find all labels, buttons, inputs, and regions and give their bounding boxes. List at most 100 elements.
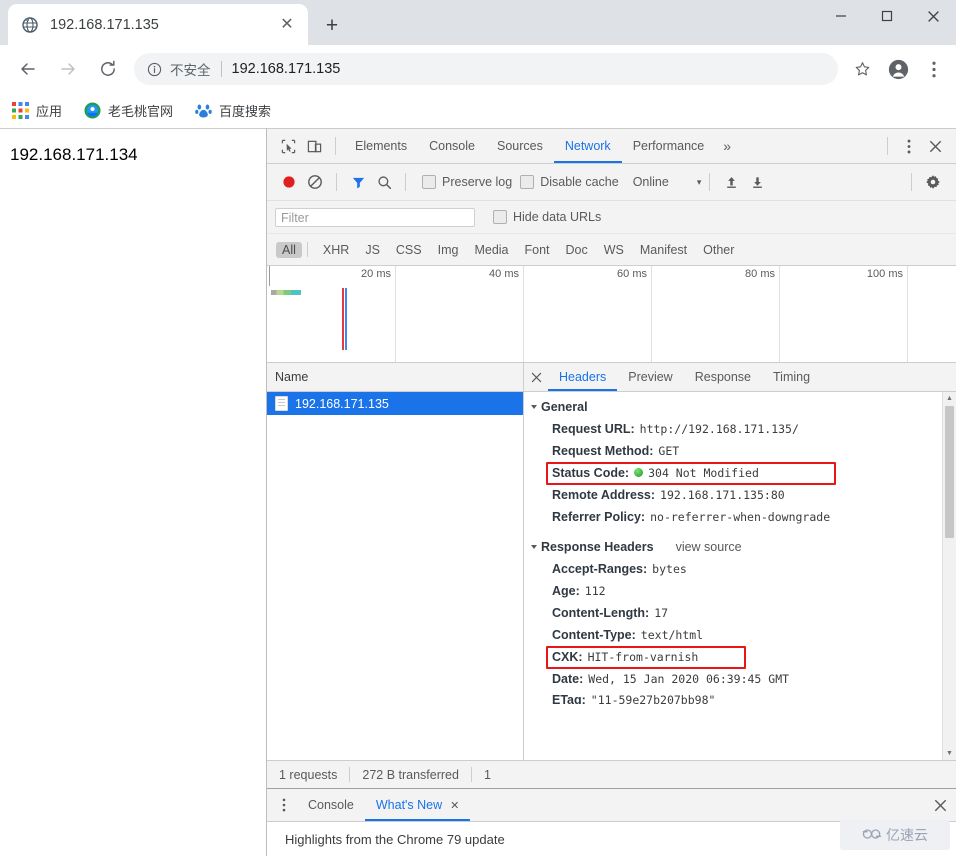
tab-close-icon[interactable]: ✕ <box>274 12 300 38</box>
chip-img[interactable]: Img <box>432 242 465 258</box>
header-row-content-type: Content-Type: text/html <box>524 624 956 646</box>
whats-new-headline: Highlights from the Chrome 79 update <box>285 831 505 847</box>
url-text[interactable]: 192.168.171.135 <box>232 61 341 77</box>
maximize-button[interactable] <box>864 0 910 32</box>
drawer-tab-whats-new[interactable]: What's New ✕ <box>365 790 471 821</box>
drawer-kebab-icon[interactable] <box>271 798 297 812</box>
new-tab-button[interactable]: + <box>318 11 346 39</box>
export-har-button[interactable] <box>744 169 770 195</box>
minimize-button[interactable] <box>818 0 864 32</box>
tab-console[interactable]: Console <box>418 130 486 163</box>
header-value: GET <box>658 443 680 458</box>
settings-gear-icon[interactable] <box>920 169 946 195</box>
tab-sources[interactable]: Sources <box>486 130 554 163</box>
scrollbar-thumb[interactable] <box>945 406 954 538</box>
drawer-close-icon[interactable] <box>924 799 956 812</box>
bookmark-star-icon[interactable] <box>846 53 878 85</box>
scrollbar-up-arrow[interactable]: ▲ <box>943 392 956 405</box>
header-value: no-referrer-when-downgrade <box>650 509 831 524</box>
chip-xhr[interactable]: XHR <box>317 242 355 258</box>
globe-icon <box>22 16 38 33</box>
network-overview[interactable]: 20 ms 40 ms 60 ms 80 ms 100 ms <box>267 266 956 363</box>
chip-other[interactable]: Other <box>697 242 740 258</box>
chip-css[interactable]: CSS <box>390 242 428 258</box>
tab-title: 192.168.171.135 <box>50 16 159 33</box>
overview-tick: 80 ms <box>651 266 780 362</box>
device-toolbar-icon[interactable] <box>301 133 327 159</box>
chip-js[interactable]: JS <box>359 242 386 258</box>
preserve-log-checkbox[interactable]: Preserve log <box>422 175 512 189</box>
header-row-accept-ranges: Accept-Ranges: bytes <box>524 558 956 580</box>
chip-manifest[interactable]: Manifest <box>634 242 693 258</box>
import-har-button[interactable] <box>718 169 744 195</box>
hide-data-urls-box[interactable] <box>493 210 507 224</box>
bookmark-item-laomaotao[interactable]: 老毛桃官网 <box>84 101 173 120</box>
scrollbar-down-arrow[interactable]: ▼ <box>943 747 956 760</box>
watermark: 亿速云 <box>840 820 950 850</box>
more-tabs-icon[interactable]: » <box>715 130 739 163</box>
tab-response[interactable]: Response <box>684 364 762 391</box>
filter-funnel-icon[interactable] <box>345 169 371 195</box>
drawer-tabstrip: Console What's New ✕ <box>267 789 956 822</box>
header-value: http://192.168.171.135/ <box>639 421 799 436</box>
drawer-tab-close-icon[interactable]: ✕ <box>450 799 459 812</box>
record-button[interactable] <box>276 169 302 195</box>
hide-data-urls-checkbox[interactable]: Hide data URLs <box>493 210 601 224</box>
disable-cache-box[interactable] <box>520 175 535 189</box>
bookmark-item-baidu[interactable]: 百度搜索 <box>195 101 271 120</box>
section-response-headers[interactable]: Response Headers view source <box>531 540 956 554</box>
devtools-close-icon[interactable] <box>922 133 948 159</box>
preserve-log-box[interactable] <box>422 175 436 189</box>
profile-avatar-icon[interactable] <box>882 53 914 85</box>
security-label: 不安全 <box>170 63 211 78</box>
requests-list[interactable]: 192.168.171.135 <box>267 392 523 760</box>
header-value: HIT-from-varnish <box>587 649 699 664</box>
view-source-link[interactable]: view source <box>676 540 742 554</box>
section-title: General <box>541 400 588 414</box>
header-key: Accept-Ranges: <box>552 561 648 576</box>
close-button[interactable] <box>910 0 956 32</box>
forward-button[interactable] <box>52 53 84 85</box>
header-value: "11-59e27b207bb98" <box>590 693 716 704</box>
chip-doc[interactable]: Doc <box>560 242 594 258</box>
header-row-request-method: Request Method: GET <box>524 440 956 462</box>
header-row-cxk: CXK: HIT-from-varnish <box>524 646 956 669</box>
overview-tick-label: 60 ms <box>617 268 647 280</box>
chip-ws[interactable]: WS <box>598 242 630 258</box>
chrome-menu-icon[interactable] <box>918 53 950 85</box>
disable-cache-checkbox[interactable]: Disable cache <box>520 175 619 189</box>
section-general[interactable]: General <box>531 400 956 414</box>
chip-font[interactable]: Font <box>519 242 556 258</box>
chip-media[interactable]: Media <box>468 242 514 258</box>
preserve-log-label: Preserve log <box>442 175 513 189</box>
search-icon[interactable] <box>371 169 397 195</box>
tab-timing[interactable]: Timing <box>762 364 821 391</box>
reload-button[interactable] <box>92 53 124 85</box>
headers-scrollbar[interactable]: ▲ ▼ <box>942 392 956 760</box>
inspect-element-icon[interactable] <box>275 133 301 159</box>
tab-headers[interactable]: Headers <box>548 364 617 391</box>
drawer-tab-console[interactable]: Console <box>297 790 365 821</box>
throttling-select[interactable]: Online ▾ <box>633 175 702 189</box>
info-circle-icon[interactable] <box>140 62 168 77</box>
tab-performance[interactable]: Performance <box>622 130 716 163</box>
chip-all[interactable]: All <box>276 241 302 258</box>
filter-input[interactable]: Filter <box>275 207 475 227</box>
back-button[interactable] <box>12 53 44 85</box>
details-close-icon[interactable] <box>524 364 548 391</box>
header-row-etag: ETag: "11-59e27b207bb98" <box>524 690 956 704</box>
devtools-kebab-icon[interactable] <box>896 133 922 159</box>
table-row[interactable]: 192.168.171.135 <box>267 392 523 415</box>
header-value: Wed, 15 Jan 2020 06:39:45 GMT <box>588 671 790 686</box>
bookmark-item-apps[interactable]: 应用 <box>12 101 62 120</box>
tab-network[interactable]: Network <box>554 130 622 163</box>
header-value: 304 Not Modified <box>648 465 759 480</box>
headers-body: General Request URL: http://192.168.171.… <box>524 392 956 760</box>
tab-preview[interactable]: Preview <box>617 364 683 391</box>
browser-tab[interactable]: 192.168.171.135 ✕ <box>8 4 308 45</box>
clear-button[interactable] <box>302 169 328 195</box>
address-bar[interactable]: 不安全 192.168.171.135 <box>134 53 838 85</box>
throttling-value: Online <box>632 175 669 189</box>
tab-elements[interactable]: Elements <box>344 130 418 163</box>
column-header-name[interactable]: Name <box>275 370 308 384</box>
